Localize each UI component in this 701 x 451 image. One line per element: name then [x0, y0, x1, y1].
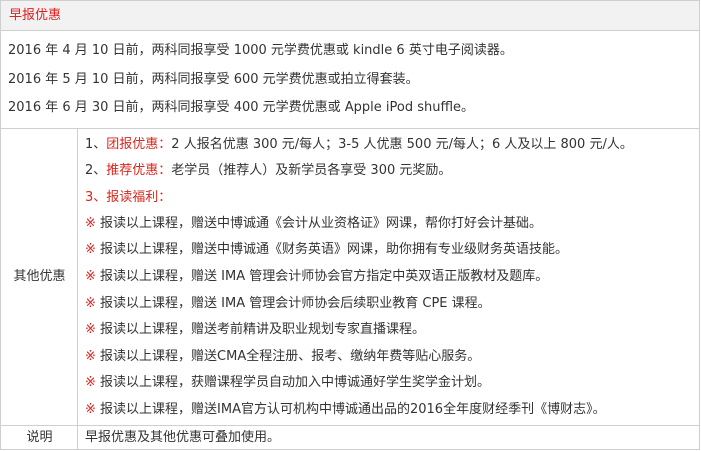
benefit-item: ※ 报读以上课程，赠送IMA官方认可机构中博诚通出品的2016全年度财经季刊《博… — [85, 401, 606, 419]
other-discounts-label-cell: 其他优惠 — [1, 129, 78, 425]
promotion-table: 早报优惠 2016 年 4 月 10 日前，两科同报享受 1000 元学费优惠或… — [0, 0, 700, 450]
early-bird-row: 2016 年 4 月 10 日前，两科同报享受 1000 元学费优惠或 kind… — [1, 31, 699, 129]
benefit-item: ※ 报读以上课程，赠送中博诚通《财务英语》网课，助你拥有专业级财务英语技能。 — [85, 241, 568, 259]
note-row: 说明 早报优惠及其他优惠可叠加使用。 — [1, 426, 699, 450]
reference-mark-icon: ※ — [85, 269, 96, 284]
benefit-item: ※ 报读以上课程，赠送中博诚通《会计从业资格证》网课，帮你打好会计基础。 — [85, 215, 542, 233]
table-title: 早报优惠 — [9, 8, 62, 23]
other-discounts-label: 其他优惠 — [13, 269, 66, 284]
referral-heading: 推荐优惠： — [106, 163, 172, 178]
benefit-item: ※ 报读以上课程，赠送考前精讲及职业规划专家直播课程。 — [85, 321, 425, 339]
benefit-item: ※ 报读以上课程，获赠课程学员自动加入中博诚通好学生奖学金计划。 — [85, 374, 490, 392]
table-title-row: 早报优惠 — [1, 1, 699, 31]
benefit-text: 报读以上课程，赠送 IMA 管理会计师协会官方指定中英双语正版教材及题库。 — [100, 269, 549, 284]
benefit-item: ※ 报读以上课程，赠送CMA全程注册、报考、缴纳年费等贴心服务。 — [85, 348, 480, 366]
benefit-text: 报读以上课程，赠送CMA全程注册、报考、缴纳年费等贴心服务。 — [100, 349, 481, 364]
benefit-item: ※ 报读以上课程，赠送 IMA 管理会计师协会官方指定中英双语正版教材及题库。 — [85, 268, 548, 286]
benefit-text: 报读以上课程，赠送IMA官方认可机构中博诚通出品的2016全年度财经季刊《博财志… — [100, 402, 606, 417]
benefit-text: 报读以上课程，赠送 IMA 管理会计师协会后续职业教育 CPE 课程。 — [100, 296, 491, 311]
benefit-text: 报读以上课程，赠送中博诚通《财务英语》网课，助你拥有专业级财务英语技能。 — [100, 242, 569, 257]
reference-mark-icon: ※ — [85, 242, 96, 257]
reference-mark-icon: ※ — [85, 349, 96, 364]
note-text: 早报优惠及其他优惠可叠加使用。 — [85, 430, 281, 445]
note-label-cell: 说明 — [1, 426, 78, 450]
early-bird-item: 2016 年 4 月 10 日前，两科同报享受 1000 元学费优惠或 kind… — [8, 43, 513, 58]
reference-mark-icon: ※ — [85, 296, 96, 311]
group-discount-heading: 团报优惠： — [106, 137, 172, 152]
group-discount-text: 2 人报名优惠 300 元/每人；3-5 人优惠 500 元/每人；6 人及以上… — [171, 137, 633, 152]
reference-mark-icon: ※ — [85, 375, 96, 390]
benefit-item: ※ 报读以上课程，赠送 IMA 管理会计师协会后续职业教育 CPE 课程。 — [85, 295, 491, 313]
note-label: 说明 — [26, 430, 53, 445]
reference-mark-icon: ※ — [85, 402, 96, 417]
benefit-text: 报读以上课程，赠送考前精讲及职业规划专家直播课程。 — [100, 322, 426, 337]
early-bird-item: 2016 年 6 月 30 日前，两科同报享受 400 元学费优惠或 Apple… — [8, 100, 475, 115]
referral-line: 2、推荐优惠：老学员（推荐人）及新学员各享受 300 元奖励。 — [85, 162, 451, 180]
early-bird-item: 2016 年 5 月 10 日前，两科同报享受 600 元学费优惠或拍立得套装。 — [8, 72, 419, 87]
referral-prefix: 2、 — [85, 163, 107, 178]
benefits-heading: 3、报读福利： — [85, 190, 172, 205]
other-discounts-row: 其他优惠 1、团报优惠：2 人报名优惠 300 元/每人；3-5 人优惠 500… — [1, 129, 699, 426]
group-discount-prefix: 1、 — [85, 137, 107, 152]
benefit-text: 报读以上课程，赠送中博诚通《会计从业资格证》网课，帮你打好会计基础。 — [100, 216, 543, 231]
reference-mark-icon: ※ — [85, 216, 96, 231]
reference-mark-icon: ※ — [85, 322, 96, 337]
benefit-text: 报读以上课程，获赠课程学员自动加入中博诚通好学生奖学金计划。 — [100, 375, 491, 390]
group-discount-line: 1、团报优惠：2 人报名优惠 300 元/每人；3-5 人优惠 500 元/每人… — [85, 136, 633, 154]
referral-text: 老学员（推荐人）及新学员各享受 300 元奖励。 — [171, 163, 452, 178]
